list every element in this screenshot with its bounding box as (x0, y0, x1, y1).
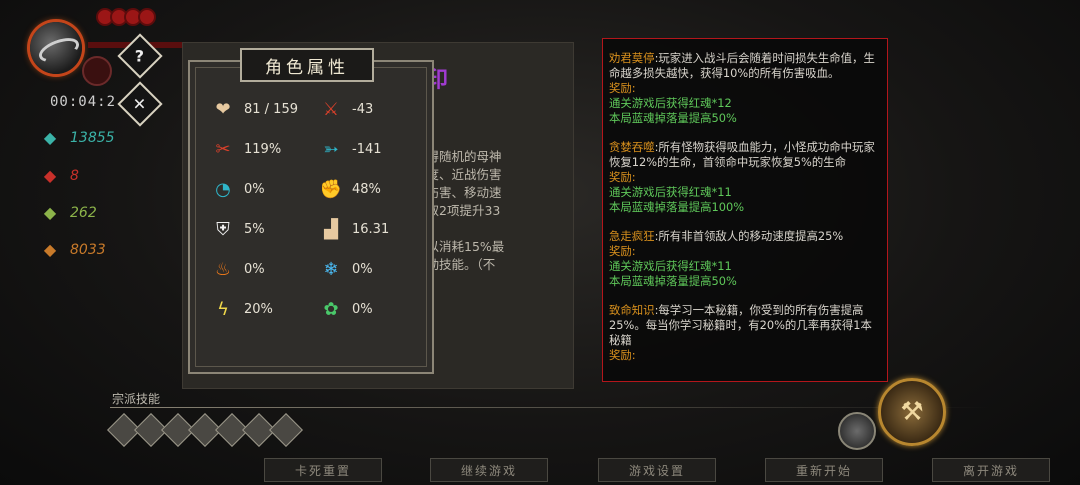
resource-row: ◆ 8033 (40, 240, 106, 260)
modifier-description: 急走疯狂:所有非首领敌人的移动速度提高25% (609, 229, 881, 244)
attribute-stat: ⛨ 5% (210, 216, 265, 242)
modifier-effect: :所有非首领敌人的移动速度提高25% (654, 229, 844, 243)
resource-value: 8033 (70, 242, 106, 258)
attribute-stat: ◔ 0% (210, 176, 265, 202)
modifier-description: 致命知识:每学习一本秘籍，你受到的所有伤害提高25%。每当你学习秘籍时，有20%… (609, 303, 881, 348)
reward-item: 通关游戏后获得红魂*11 (609, 259, 732, 273)
attribute-stat: ϟ 20% (210, 296, 273, 322)
resource-row: ◆ 8 (40, 166, 79, 186)
item-description-line: 抽取2项提升33 (414, 203, 501, 218)
item-description-line (414, 220, 564, 238)
sect-skills-label: 宗派技能 (112, 392, 161, 406)
reward-item: 通关游戏后获得红魂*11 (609, 185, 732, 199)
resource-value: 8 (70, 168, 79, 184)
health-icon: ❤ (215, 98, 231, 120)
attribute-value: -43 (352, 101, 374, 117)
attribute-value: 16.31 (352, 221, 390, 237)
red-soul-icon: ◆ (43, 166, 57, 185)
attribute-value: 0% (244, 261, 265, 277)
modifier-name: 致命知识 (609, 303, 655, 317)
menu-button[interactable]: 卡死重置 (264, 458, 382, 482)
attribute-stat: ♨ 0% (210, 256, 265, 282)
item-description: 获得随机的母神 速度、近战伤害 刺伤害、移动速 抽取2项提升33 可以消耗15%最 主动… (414, 148, 564, 274)
modifier-name: 急走疯狂 (609, 229, 655, 243)
modifier-info-panel: 劝君莫停:玩家进入战斗后会随着时间损失生命值，生命越多损失越快，获得10%的所有… (602, 38, 888, 382)
ice-icon: ❄ (323, 258, 339, 280)
dash-icon: ➳ (323, 138, 339, 160)
item-description-line: 获得随机的母神 (414, 149, 502, 164)
weapon-axe-icon[interactable]: ⚒ (878, 378, 946, 446)
attribute-value: 81 / 159 (244, 101, 298, 117)
attribute-stat: ✊ 48% (318, 176, 381, 202)
fire-icon: ♨ (214, 258, 232, 280)
attribute-stat: ✂ 119% (210, 136, 281, 162)
boot-icon: ▟ (324, 218, 338, 240)
resource-row: ◆ 262 (40, 203, 97, 223)
reward-label: 奖励: (609, 244, 636, 258)
menu-button[interactable]: 重新开始 (765, 458, 883, 482)
cooldown-icon: ◔ (215, 178, 231, 200)
menu-button[interactable]: 继续游戏 (430, 458, 548, 482)
attribute-value: 0% (352, 301, 373, 317)
attributes-title: 角色属性 (240, 48, 374, 82)
sect-skill-icons (107, 413, 303, 447)
fist-icon: ✊ (319, 178, 343, 200)
attribute-value: 5% (244, 221, 265, 237)
sect-skill-icon[interactable] (269, 413, 303, 447)
modifier-name: 劝君莫停 (609, 51, 655, 65)
buff-icon (82, 56, 112, 86)
item-description-line: 速度、近战伤害 (414, 167, 502, 182)
attack-icon: ⚔ (322, 98, 340, 120)
player-portrait (30, 22, 83, 74)
attribute-stat: ➳ -141 (318, 136, 382, 162)
reward-item: 本局蓝魂掉落量提高100% (609, 200, 745, 214)
reward-label: 奖励: (609, 348, 636, 362)
attribute-value: -141 (352, 141, 382, 157)
reward-label: 奖励: (609, 170, 636, 184)
crit-claw-icon: ✂ (215, 138, 231, 160)
attribute-value: 0% (352, 261, 373, 277)
reward-item: 本局蓝魂掉落量提高50% (609, 274, 737, 288)
modifier-name: 贪婪吞噬 (609, 140, 655, 154)
attribute-stat: ❤ 81 / 159 (210, 96, 298, 122)
attribute-value: 0% (244, 181, 265, 197)
resource-row: ◆ 13855 (40, 128, 115, 148)
menu-button[interactable]: 游戏设置 (598, 458, 716, 482)
item-description-line: 刺伤害、移动速 (414, 185, 502, 200)
secondary-skill-icon[interactable] (838, 412, 876, 450)
attribute-value: 119% (244, 141, 282, 157)
run-timer: 00:04:2 (50, 94, 117, 110)
blue-soul-icon: ◆ (43, 128, 57, 147)
lightning-icon: ϟ (217, 298, 229, 320)
character-attributes-panel: ❤ 81 / 159 ⚔ -43 ✂ 119% ➳ -141 ◔ 0% ✊ 48% ⛨ 5% ▟ 16.31 ♨… (188, 60, 434, 374)
life-token-icon (138, 8, 156, 26)
green-sigil-icon: ◆ (43, 203, 57, 222)
reward-item: 本局蓝魂掉落量提高50% (609, 111, 737, 125)
modifier-description: 劝君莫停:玩家进入战斗后会随着时间损失生命值，生命越多损失越快，获得10%的所有… (609, 51, 881, 81)
reward-label: 奖励: (609, 81, 636, 95)
orange-coin-icon: ◆ (43, 240, 57, 259)
resource-value: 13855 (70, 130, 115, 146)
item-description-line: 可以消耗15%最 (414, 239, 505, 254)
shield-icon: ⛨ (216, 218, 230, 240)
attribute-stat: ▟ 16.31 (318, 216, 389, 242)
attribute-value: 20% (244, 301, 273, 317)
attribute-stat: ⚔ -43 (318, 96, 373, 122)
skills-divider (110, 407, 990, 408)
resource-value: 262 (70, 205, 97, 221)
help-icon: ? (135, 46, 145, 66)
lives-indicator (96, 8, 156, 26)
attribute-stat: ❄ 0% (318, 256, 373, 282)
attribute-stat: ✿ 0% (318, 296, 373, 322)
modifier-description: 贪婪吞噬:所有怪物获得吸血能力，小怪成功命中玩家恢复12%的生命，首领命中玩家恢… (609, 140, 881, 170)
poison-icon: ✿ (323, 298, 339, 320)
menu-button[interactable]: 离开游戏 (932, 458, 1050, 482)
item-description-line: 主动技能。（不 (414, 257, 496, 272)
help-button[interactable]: ? (117, 33, 163, 79)
reward-item: 通关游戏后获得红魂*12 (609, 96, 732, 110)
close-button[interactable]: ✕ (117, 81, 163, 127)
attribute-value: 48% (352, 181, 381, 197)
close-icon: ✕ (133, 94, 147, 114)
